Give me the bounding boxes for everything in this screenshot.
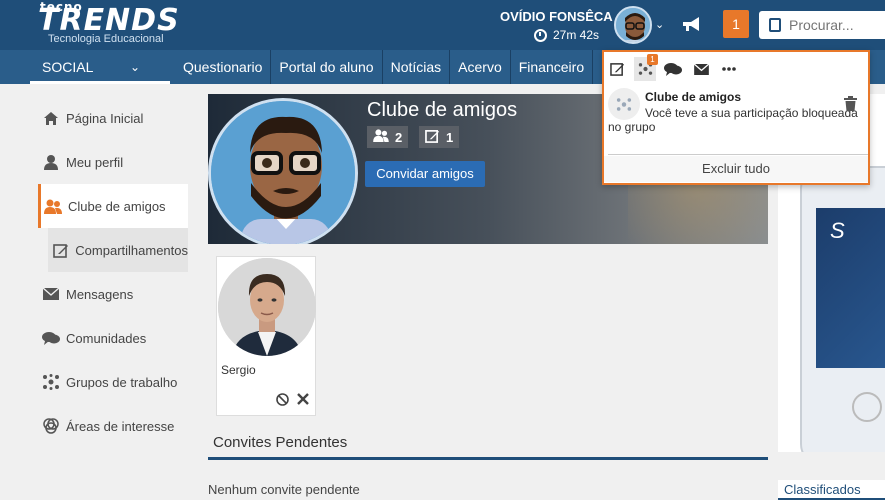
session-timer: 27m 42s (534, 28, 599, 42)
users-icon (373, 129, 389, 145)
chevron-down-icon: ⌄ (129, 60, 140, 74)
pending-invites-empty: Nenhum convite pendente (208, 482, 360, 497)
section-divider (208, 457, 768, 460)
phone-image: S (800, 166, 885, 452)
tab-comments[interactable] (662, 57, 684, 81)
social-dropdown[interactable]: SOCIAL ⌄ (30, 50, 170, 84)
clear-all-button[interactable]: Excluir tudo (604, 156, 868, 182)
sidebar-item-comunidades[interactable]: Comunidades (38, 316, 188, 360)
nav-item-acervo[interactable]: Acervo (450, 50, 511, 84)
friend-actions (276, 393, 309, 409)
user-icon (42, 154, 60, 170)
nav-item-questionario[interactable]: Questionario (175, 50, 272, 84)
remove-icon[interactable] (297, 393, 309, 409)
sidebar-item-clube-de-amigos[interactable]: Clube de amigos (38, 184, 188, 228)
phone-screen (816, 208, 885, 368)
friend-photo[interactable] (218, 258, 316, 356)
divider (608, 154, 868, 155)
tab-messages[interactable] (690, 57, 712, 81)
notification-tabs: 1 (606, 54, 740, 82)
classificados-link[interactable]: Classificados (778, 480, 885, 500)
friend-photo-image (218, 258, 316, 356)
tab-more[interactable] (718, 57, 740, 81)
phone-screen-text: S (830, 218, 845, 243)
clock-icon (534, 28, 547, 42)
sidebar-item-areas-de-interesse[interactable]: Áreas de interesse (38, 404, 188, 448)
notification-text: Você teve a sua participação bloqueada n… (608, 106, 858, 134)
nav-item-noticias[interactable]: Notícias (383, 50, 451, 84)
sidebar-item-label: Clube de amigos (68, 198, 166, 214)
edit-icon (425, 129, 440, 146)
chevron-down-icon[interactable]: ⌄ (655, 18, 664, 31)
search-input[interactable] (789, 17, 885, 33)
invite-friends-button[interactable]: Convidar amigos (365, 161, 485, 187)
avatar-illustration (616, 8, 650, 42)
home-icon (42, 110, 60, 126)
shares-count: 1 (446, 129, 454, 145)
edit-icon (52, 242, 69, 258)
megaphone-icon[interactable] (680, 14, 704, 36)
phone-home-button (852, 392, 882, 422)
friends-count: 2 (395, 129, 403, 145)
sidebar-item-label: Página Inicial (66, 110, 144, 126)
sidebar-item-label: Áreas de interesse (66, 418, 175, 434)
timer-value: 27m 42s (553, 28, 600, 42)
tab-badge: 1 (647, 54, 658, 65)
user-avatar[interactable] (614, 6, 652, 44)
nav-item-portal-do-aluno[interactable]: Portal do aluno (271, 50, 383, 84)
sidebar-item-label: Mensagens (66, 286, 134, 302)
friends-count-badge: 2 (367, 126, 409, 148)
comments-icon (664, 62, 682, 76)
block-icon[interactable] (276, 393, 289, 409)
more-icon (722, 67, 736, 71)
network-icon (42, 374, 60, 390)
circles-icon (42, 418, 60, 434)
tab-groups[interactable]: 1 (634, 54, 658, 81)
shares-count-badge: 1 (419, 126, 460, 148)
sidebar-item-meu-perfil[interactable]: Meu perfil (38, 140, 188, 184)
sidebar-item-label: Compartilhamentos (75, 242, 188, 258)
notification-count-button[interactable]: 1 (723, 10, 749, 38)
logo[interactable]: tecno TRENDS Tecnologia Educacional (38, 0, 183, 46)
logo-subtitle: Tecnologia Educacional (48, 33, 164, 45)
comments-icon (42, 330, 60, 346)
pending-invites-title: Convites Pendentes (213, 434, 348, 451)
friend-card[interactable]: Sergio (216, 256, 316, 416)
sidebar: Página Inicial Meu perfil Clube de amigo… (38, 96, 188, 448)
trash-icon[interactable] (844, 96, 857, 114)
sidebar-item-grupos-de-trabalho[interactable]: Grupos de trabalho (38, 360, 188, 404)
sidebar-item-pagina-inicial[interactable]: Página Inicial (38, 96, 188, 140)
page-title: Clube de amigos (367, 99, 518, 121)
edit-icon (609, 63, 624, 76)
social-label: SOCIAL (42, 59, 94, 75)
notification-dropdown: 1 Clube de amigos Você teve a sua partic… (602, 50, 870, 185)
nav-item-financeiro[interactable]: Financeiro (511, 50, 594, 84)
top-header: tecno TRENDS Tecnologia Educacional OVÍD… (0, 0, 885, 50)
envelope-icon (42, 286, 60, 302)
search-icon (769, 18, 781, 32)
friend-name[interactable]: Sergio (221, 363, 256, 377)
profile-avatar[interactable] (208, 98, 358, 244)
sidebar-item-label: Grupos de trabalho (66, 374, 178, 390)
sidebar-item-mensagens[interactable]: Mensagens (38, 272, 188, 316)
users-icon (44, 198, 62, 214)
envelope-icon (693, 63, 709, 75)
sidebar-item-compartilhamentos[interactable]: Compartilhamentos (48, 228, 188, 272)
tab-shares[interactable] (606, 57, 628, 81)
user-name[interactable]: OVÍDIO FONSÊCA (500, 9, 613, 24)
avatar-illustration (211, 101, 355, 244)
sidebar-item-label: Comunidades (66, 330, 147, 346)
nav-items: Questionario Portal do aluno Notícias Ac… (175, 50, 620, 84)
search-box[interactable] (759, 11, 885, 39)
sidebar-item-label: Meu perfil (66, 154, 124, 170)
notification-title: Clube de amigos (645, 90, 742, 104)
